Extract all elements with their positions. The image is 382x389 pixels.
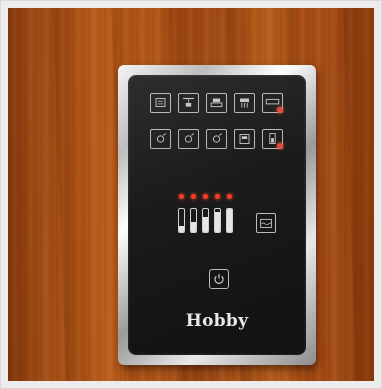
status-led-1 xyxy=(179,194,184,199)
tank-level-bar-5 xyxy=(226,208,233,233)
wood-wall: Hobby xyxy=(8,8,374,381)
brand-logo: Hobby xyxy=(185,311,249,331)
chrome-bezel: Hobby xyxy=(118,65,316,365)
dimmer-button-3[interactable] xyxy=(206,129,227,149)
kitchen-light-button[interactable] xyxy=(234,93,255,113)
control-panel: Hobby xyxy=(128,75,306,355)
status-led-5 xyxy=(227,194,232,199)
tank-level-bar-1 xyxy=(178,208,185,233)
cabinet-light-button[interactable] xyxy=(234,129,255,149)
ceiling-light-button[interactable] xyxy=(178,93,199,113)
status-led-4 xyxy=(215,194,220,199)
photo-frame: Hobby xyxy=(0,0,382,389)
tank-level-bar-2 xyxy=(190,208,197,233)
battery-warning-indicator xyxy=(277,143,283,149)
bed-light-button[interactable] xyxy=(206,93,227,113)
status-led-3 xyxy=(203,194,208,199)
tank-level-bar-4 xyxy=(214,208,221,233)
awning-warning-indicator xyxy=(277,107,283,113)
heater-button[interactable] xyxy=(150,93,171,113)
tank-level-bar-3 xyxy=(202,208,209,233)
status-led-2 xyxy=(191,194,196,199)
power-icon xyxy=(214,274,224,284)
dimmer-button-1[interactable] xyxy=(150,129,171,149)
dimmer-button-2[interactable] xyxy=(178,129,199,149)
water-tank-button[interactable] xyxy=(256,213,276,233)
power-button[interactable] xyxy=(209,269,229,289)
